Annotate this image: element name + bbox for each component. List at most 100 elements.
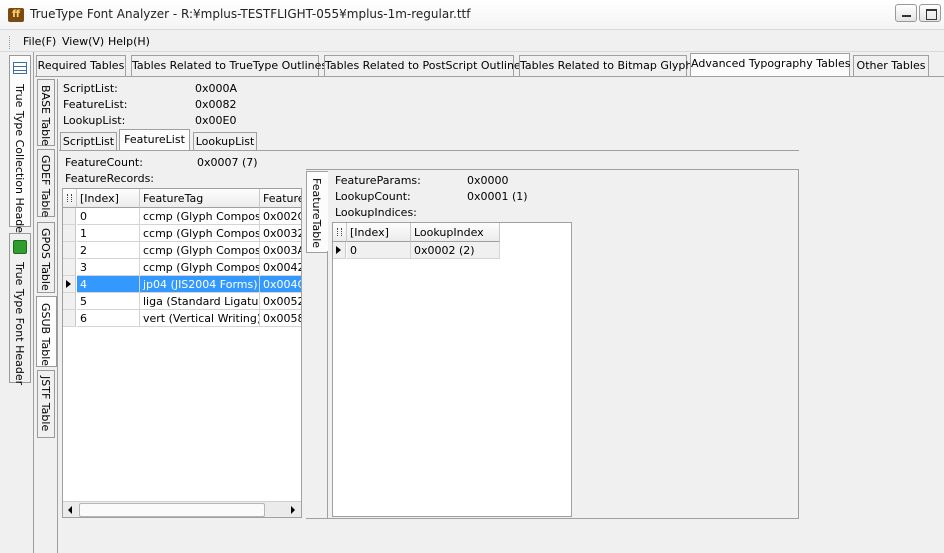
- table-cell[interactable]: 0x0042: [260, 259, 301, 276]
- minimize-button[interactable]: [895, 4, 917, 22]
- green-book-icon: [13, 240, 27, 254]
- menu-view[interactable]: View(V): [62, 35, 104, 48]
- tab-gdef-table[interactable]: GDEF Table: [37, 149, 55, 217]
- title-bar: ff TrueType Font Analyzer - R:¥mplus-TES…: [0, 0, 944, 30]
- scroll-left-icon[interactable]: [64, 503, 78, 517]
- horizontal-scrollbar[interactable]: [63, 501, 301, 517]
- featurecount-label: FeatureCount:: [65, 156, 143, 169]
- table-cell[interactable]: 0x0058: [260, 310, 301, 327]
- lookupcount-value: 0x0001 (1): [467, 190, 528, 203]
- row-header[interactable]: [63, 310, 76, 327]
- featureparams-value: 0x0000: [467, 174, 509, 187]
- tab-lookuplist[interactable]: LookupList: [193, 132, 257, 151]
- table-cell[interactable]: 3: [77, 259, 140, 276]
- tab-label: GPOS Table: [39, 228, 52, 291]
- tab-required-tables[interactable]: Required Tables: [36, 55, 126, 76]
- scriptlist-value: 0x000A: [195, 82, 238, 95]
- table-cell[interactable]: 6: [77, 310, 140, 327]
- tab-label: GSUB Table: [39, 303, 52, 367]
- table-cell[interactable]: 5: [77, 293, 140, 310]
- table-cell[interactable]: ccmp (Glyph Composition/Decomposition): [140, 225, 260, 242]
- table-cell[interactable]: 0x002C: [260, 208, 301, 225]
- table-cell-selected[interactable]: 0x004C: [260, 276, 301, 293]
- featurelist-value: 0x0082: [195, 98, 237, 111]
- tab-label: FeatureTable: [310, 178, 323, 249]
- table-cell[interactable]: ccmp (Glyph Composition/Decomposition): [140, 208, 260, 225]
- column-header-featuretag[interactable]: FeatureTag: [140, 189, 260, 208]
- menu-bar: File(F) View(V) Help(H): [0, 31, 944, 52]
- column-header-feature[interactable]: Feature: [260, 189, 301, 208]
- feature-table-divider: [327, 251, 328, 519]
- row-header[interactable]: [333, 242, 346, 259]
- featurecount-value: 0x0007 (7): [197, 156, 258, 169]
- tab-true-type-font-header[interactable]: True Type Font Header: [9, 233, 31, 386]
- table-cell[interactable]: vert (Vertical Writing): [140, 310, 260, 327]
- lookupindices-label: LookupIndices:: [335, 206, 417, 219]
- lookupcount-label: LookupCount:: [335, 190, 411, 203]
- inner-tab-line: [59, 150, 799, 151]
- tab-gsub-table[interactable]: GSUB Table: [36, 296, 57, 367]
- tab-featurelist[interactable]: FeatureList: [119, 129, 190, 151]
- table-cell-selected[interactable]: jp04 (JIS2004 Forms): [140, 276, 260, 293]
- tab-bitmap-glyphs[interactable]: Tables Related to Bitmap Glyphs: [519, 55, 698, 76]
- tab-featuretable[interactable]: FeatureTable: [306, 171, 328, 253]
- table-cell[interactable]: ccmp (Glyph Composition/Decomposition): [140, 242, 260, 259]
- column-header-lookupindex[interactable]: LookupIndex: [411, 223, 500, 242]
- tab-jstf-table[interactable]: JSTF Table: [37, 370, 55, 438]
- menu-grip: [9, 36, 13, 49]
- table-cell[interactable]: 1: [77, 225, 140, 242]
- row-header[interactable]: [63, 242, 76, 259]
- lookup-indices-grid[interactable]: [Index] LookupIndex 0 0x0002 (2): [332, 222, 572, 517]
- column-header-index[interactable]: [Index]: [347, 223, 411, 242]
- table-cell[interactable]: 0x0052: [260, 293, 301, 310]
- column-header-index[interactable]: [Index]: [77, 189, 140, 208]
- tab-label: JSTF Table: [39, 376, 52, 432]
- lookuplist-value: 0x00E0: [195, 114, 237, 127]
- window-title: TrueType Font Analyzer - R:¥mplus-TESTFL…: [30, 7, 471, 21]
- row-header[interactable]: [63, 293, 76, 310]
- row-header[interactable]: [63, 208, 76, 225]
- lookuplist-label: LookupList:: [63, 114, 126, 127]
- tab-label: True Type Collection Header: [13, 84, 26, 238]
- table-cell[interactable]: 0x003A: [260, 242, 301, 259]
- tab-base-table[interactable]: BASE Table: [37, 79, 55, 146]
- app-logo-icon: ff: [8, 8, 24, 22]
- row-header[interactable]: [63, 259, 76, 276]
- table-cell-selected[interactable]: 4: [77, 276, 140, 293]
- table-cell[interactable]: ccmp (Glyph Composition/Decomposition): [140, 259, 260, 276]
- tab-label: BASE Table: [39, 85, 52, 146]
- table-cell[interactable]: 2: [77, 242, 140, 259]
- tab-scriptlist[interactable]: ScriptList: [60, 132, 117, 151]
- tab-truetype-outlines[interactable]: Tables Related to TrueType Outlines: [131, 55, 327, 76]
- row-header[interactable]: [63, 276, 76, 293]
- tab-advanced-typography[interactable]: Advanced Typography Tables: [690, 53, 850, 76]
- scroll-right-icon[interactable]: [285, 503, 299, 517]
- table-cell[interactable]: 0x0032: [260, 225, 301, 242]
- feature-records-grid[interactable]: [Index] FeatureTag Feature 0 ccmp (Glyph…: [62, 188, 302, 518]
- row-pointer-icon: [66, 280, 71, 288]
- scriptlist-label: ScriptList:: [63, 82, 118, 95]
- side-tab-line: [57, 79, 58, 553]
- row-pointer-icon: [336, 246, 341, 254]
- scrollbar-thumb[interactable]: [79, 503, 265, 517]
- tab-true-type-collection-header[interactable]: True Type Collection Header: [9, 55, 31, 238]
- table-cell[interactable]: 0: [347, 242, 411, 259]
- grid-corner-icon: [333, 223, 347, 242]
- menu-help[interactable]: Help(H): [108, 35, 150, 48]
- grid-corner-icon: [63, 189, 77, 208]
- maximize-button[interactable]: [919, 4, 941, 22]
- tab-other-tables[interactable]: Other Tables: [853, 55, 929, 76]
- tab-label: GDEF Table: [39, 155, 52, 218]
- table-grid-icon: [13, 62, 27, 74]
- tab-postscript-outlines[interactable]: Tables Related to PostScript Outlines: [324, 55, 526, 76]
- featurelist-label: FeatureList:: [63, 98, 128, 111]
- tab-gpos-table[interactable]: GPOS Table: [37, 222, 55, 293]
- table-cell[interactable]: 0: [77, 208, 140, 225]
- table-cell[interactable]: liga (Standard Ligatures): [140, 293, 260, 310]
- table-cell[interactable]: 0x0002 (2): [411, 242, 500, 259]
- tab-strip-line: [35, 76, 944, 77]
- row-header[interactable]: [63, 225, 76, 242]
- featurerecords-label: FeatureRecords:: [65, 172, 155, 185]
- menu-file[interactable]: File(F): [23, 35, 56, 48]
- tab-label: True Type Font Header: [13, 262, 26, 386]
